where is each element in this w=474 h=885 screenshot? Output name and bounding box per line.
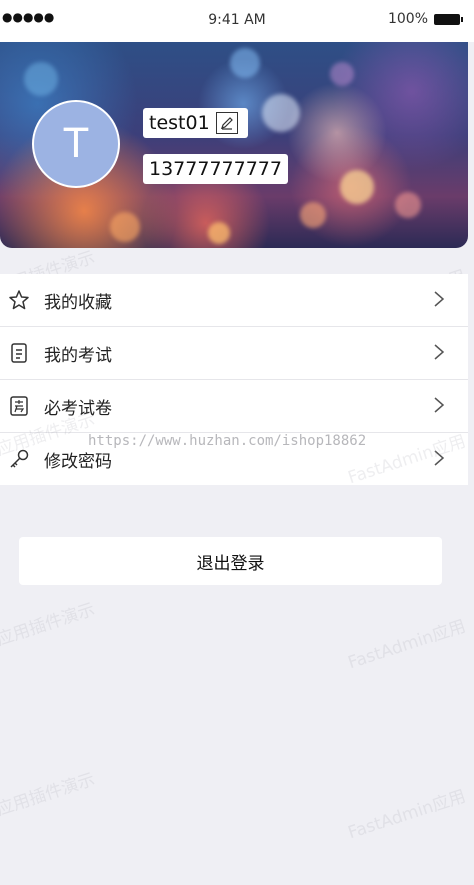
phone-box: 13777777777 <box>143 154 288 184</box>
watermark: FastAdmin应用 <box>345 786 469 844</box>
document-icon <box>11 343 27 363</box>
logout-button[interactable]: 退出登录 <box>19 537 442 585</box>
key-icon <box>10 449 29 468</box>
battery-status: 100% <box>387 11 463 27</box>
avatar[interactable]: T <box>32 100 120 188</box>
menu-list: 我的收藏 我的考试 必考试卷 修改密码 <box>0 274 468 485</box>
watermark: 应用插件演示 <box>0 599 98 651</box>
menu-item-required-papers[interactable]: 必考试卷 <box>0 380 468 433</box>
menu-item-label: 我的收藏 <box>44 292 112 313</box>
bokeh-light <box>24 62 58 96</box>
watermark-url: https://www.huzhan.com/ishop18862 <box>88 433 367 449</box>
watermark: FastAdmin应用 <box>345 616 469 674</box>
profile-header: T test01 13777777777 <box>0 42 468 248</box>
battery-percent: 100% <box>387 11 428 27</box>
chevron-right-icon <box>434 450 445 466</box>
phone-number: 13777777777 <box>149 158 282 180</box>
edit-icon[interactable] <box>215 112 238 134</box>
bokeh-light <box>262 94 300 132</box>
bokeh-light <box>110 212 140 242</box>
bokeh-light <box>395 192 421 218</box>
watermark: 应用插件演示 <box>0 769 98 821</box>
bokeh-light <box>208 222 230 244</box>
status-bar: ●●●●● 9:41 AM 100% <box>0 0 474 42</box>
bokeh-light <box>340 170 374 204</box>
battery-icon <box>434 13 463 25</box>
star-icon <box>9 290 29 310</box>
menu-item-my-exams[interactable]: 我的考试 <box>0 327 468 380</box>
menu-item-label: 我的考试 <box>44 345 112 366</box>
username-box[interactable]: test01 <box>143 108 248 138</box>
chevron-right-icon <box>434 291 445 307</box>
chevron-right-icon <box>434 344 445 360</box>
username: test01 <box>149 112 210 134</box>
bokeh-light <box>330 62 354 86</box>
bokeh-light <box>300 202 326 228</box>
menu-item-label: 必考试卷 <box>44 398 112 419</box>
chevron-right-icon <box>434 397 445 413</box>
avatar-letter: T <box>63 121 89 167</box>
exam-icon <box>10 396 28 416</box>
menu-item-favorites[interactable]: 我的收藏 <box>0 274 468 327</box>
bokeh-light <box>230 48 260 78</box>
menu-item-label: 修改密码 <box>44 451 112 472</box>
